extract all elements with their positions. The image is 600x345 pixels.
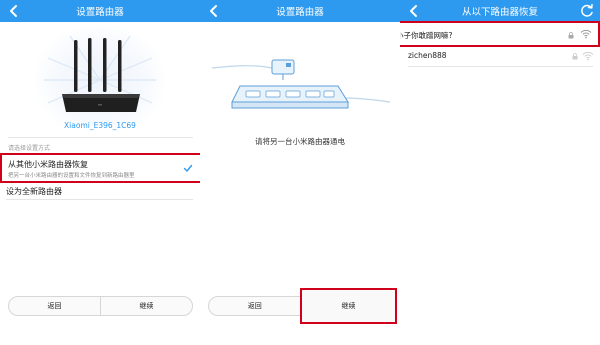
option-restore-from-other-router[interactable]: 从其他小米路由器恢复 把另一台小米路由器的设置和文件恢复到新路由器里: [0, 153, 200, 183]
router-setup-screen: 设置路由器 Xiaomi_E396_1C69 请选择设置方式 从其他小米路由器恢…: [0, 0, 200, 345]
wifi-ssid: 小子你敢蹭网嘛?: [400, 31, 453, 40]
title-bar: 从以下路由器恢复: [400, 0, 600, 22]
wifi-ssid: zichen888: [408, 51, 447, 60]
back-arrow-icon[interactable]: [204, 1, 224, 21]
section-label: 请选择设置方式: [8, 145, 51, 152]
option-description: 把另一台小米路由器的设置和文件恢复到新路由器里: [8, 173, 135, 179]
back-arrow-icon[interactable]: [404, 1, 424, 21]
restore-source-screen: 从以下路由器恢复 小子你敢蹭网嘛? zichen888: [400, 0, 600, 345]
lock-icon: [568, 32, 574, 39]
continue-button[interactable]: 继续: [101, 297, 192, 315]
wifi-network-item[interactable]: 小子你敢蹭网嘛?: [400, 21, 600, 47]
divider: [408, 66, 593, 67]
divider: [8, 137, 193, 138]
wifi-network-item[interactable]: zichen888: [400, 47, 600, 66]
option-title: 从其他小米路由器恢复: [8, 160, 88, 169]
back-arrow-icon[interactable]: [4, 1, 24, 21]
option-set-as-new-router[interactable]: 设为全新路由器: [6, 186, 62, 197]
device-name: Xiaomi_E396_1C69: [64, 121, 136, 130]
divider: [6, 199, 193, 200]
continue-button[interactable]: 继续: [300, 288, 397, 324]
wifi-icon: [582, 51, 594, 61]
refresh-icon[interactable]: [578, 2, 596, 20]
power-strip-icon: [212, 59, 390, 109]
page-title: 从以下路由器恢复: [461, 7, 538, 18]
check-icon: [183, 164, 193, 172]
title-bar: 设置路由器: [0, 0, 200, 22]
power-on-screen: 设置路由器 请将另一台小米路由器通电 返回 继续: [200, 0, 400, 345]
lock-icon: [572, 53, 578, 60]
back-button[interactable]: 返回: [9, 297, 100, 315]
router-icon: [44, 35, 156, 112]
back-button[interactable]: 返回: [209, 297, 301, 315]
bottom-action-bar: 返回 继续: [8, 296, 193, 316]
instruction-text: 请将另一台小米路由器通电: [255, 137, 345, 146]
wifi-icon: [580, 29, 592, 39]
page-title: 设置路由器: [276, 7, 324, 18]
page-title: 设置路由器: [76, 7, 124, 18]
title-bar: 设置路由器: [200, 0, 400, 22]
